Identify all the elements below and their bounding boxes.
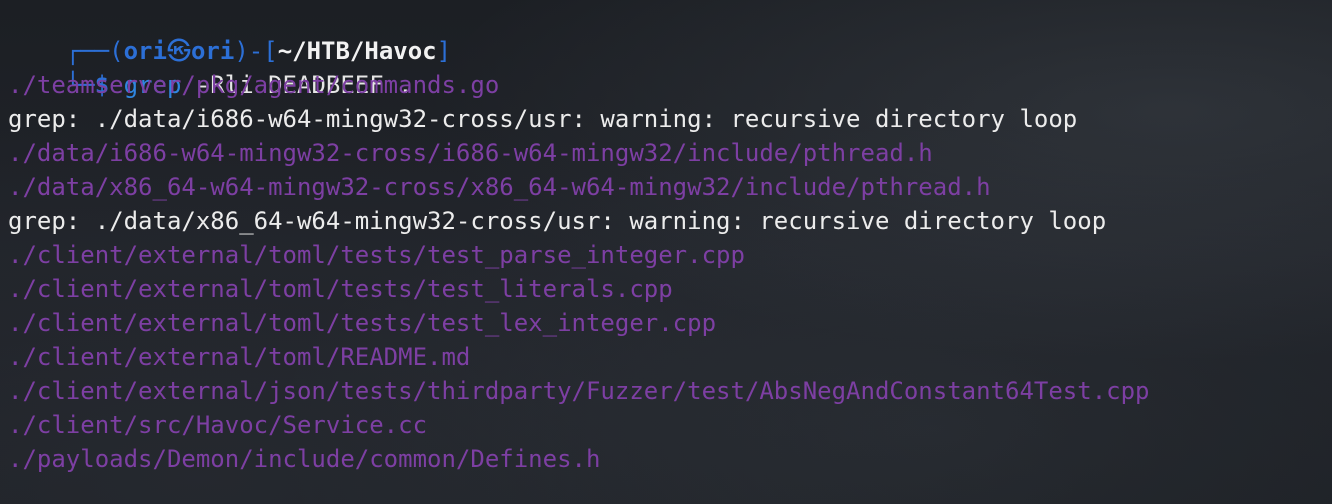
output-line-file: ./client/external/json/tests/thirdparty/…: [8, 377, 1150, 405]
output-line-file: ./client/external/toml/tests/test_litera…: [8, 275, 673, 303]
output-line-file: ./client/external/toml/README.md: [8, 343, 471, 371]
output-line-warning: grep: ./data/i686-w64-mingw32-cross/usr:…: [8, 105, 1078, 133]
command-line[interactable]: └─$ grep -Rli DEADBEEF .: [8, 34, 413, 99]
output-line-file: ./payloads/Demon/include/common/Defines.…: [8, 445, 601, 473]
output-line-file: ./data/x86_64-w64-mingw32-cross/x86_64-w…: [8, 173, 991, 201]
output-line-file: ./data/i686-w64-mingw32-cross/i686-w64-m…: [8, 139, 933, 167]
output-line-file: ./client/src/Havoc/Service.cc: [8, 411, 428, 439]
output-line-file: ./teamserver/pkg/agent/commands.go: [8, 71, 500, 99]
prompt-close-bracket: ]: [436, 37, 452, 65]
output-line-warning: grep: ./data/x86_64-w64-mingw32-cross/us…: [8, 207, 1107, 235]
output-line-file: ./client/external/toml/tests/test_parse_…: [8, 241, 745, 269]
output-line-file: ./client/external/toml/tests/test_lex_in…: [8, 309, 717, 337]
prompt-line: ┌──(ori㉿ori)-[~/HTB/Havoc]: [8, 0, 451, 65]
terminal-window[interactable]: ┌──(ori㉿ori)-[~/HTB/Havoc] └─$ grep -Rli…: [0, 0, 1332, 504]
